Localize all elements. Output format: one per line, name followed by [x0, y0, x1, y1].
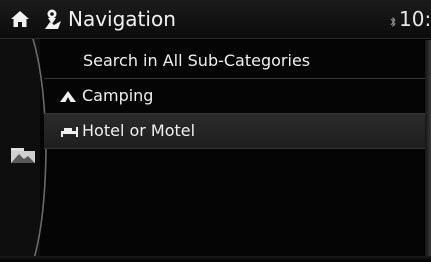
- list-item-hotel-or-motel[interactable]: Hotel or Motel: [44, 114, 431, 149]
- home-icon[interactable]: [10, 9, 30, 29]
- page-title: Navigation: [68, 7, 176, 31]
- list-item-camping[interactable]: Camping: [44, 79, 431, 114]
- clock: 10:13: [399, 7, 431, 31]
- header-bar: Navigation 10:13: [0, 0, 431, 39]
- list-item-label: Camping: [82, 86, 154, 105]
- bottom-edge: [0, 256, 431, 262]
- navigation-pin-icon: [45, 9, 61, 29]
- back-map-icon[interactable]: [10, 146, 36, 164]
- tent-icon: [60, 91, 76, 102]
- list-item-search-all[interactable]: Search in All Sub-Categories: [44, 44, 431, 79]
- navigation-screen: Navigation 10:13 Search in All Sub-Categ…: [0, 0, 431, 262]
- bluetooth-icon: [390, 16, 396, 28]
- bed-icon: [61, 127, 78, 137]
- list-item-label: Hotel or Motel: [82, 121, 196, 140]
- list-item-label: Search in All Sub-Categories: [83, 51, 311, 70]
- category-list: Search in All Sub-Categories Camping Hot…: [44, 44, 431, 149]
- scrollbar[interactable]: [425, 40, 431, 262]
